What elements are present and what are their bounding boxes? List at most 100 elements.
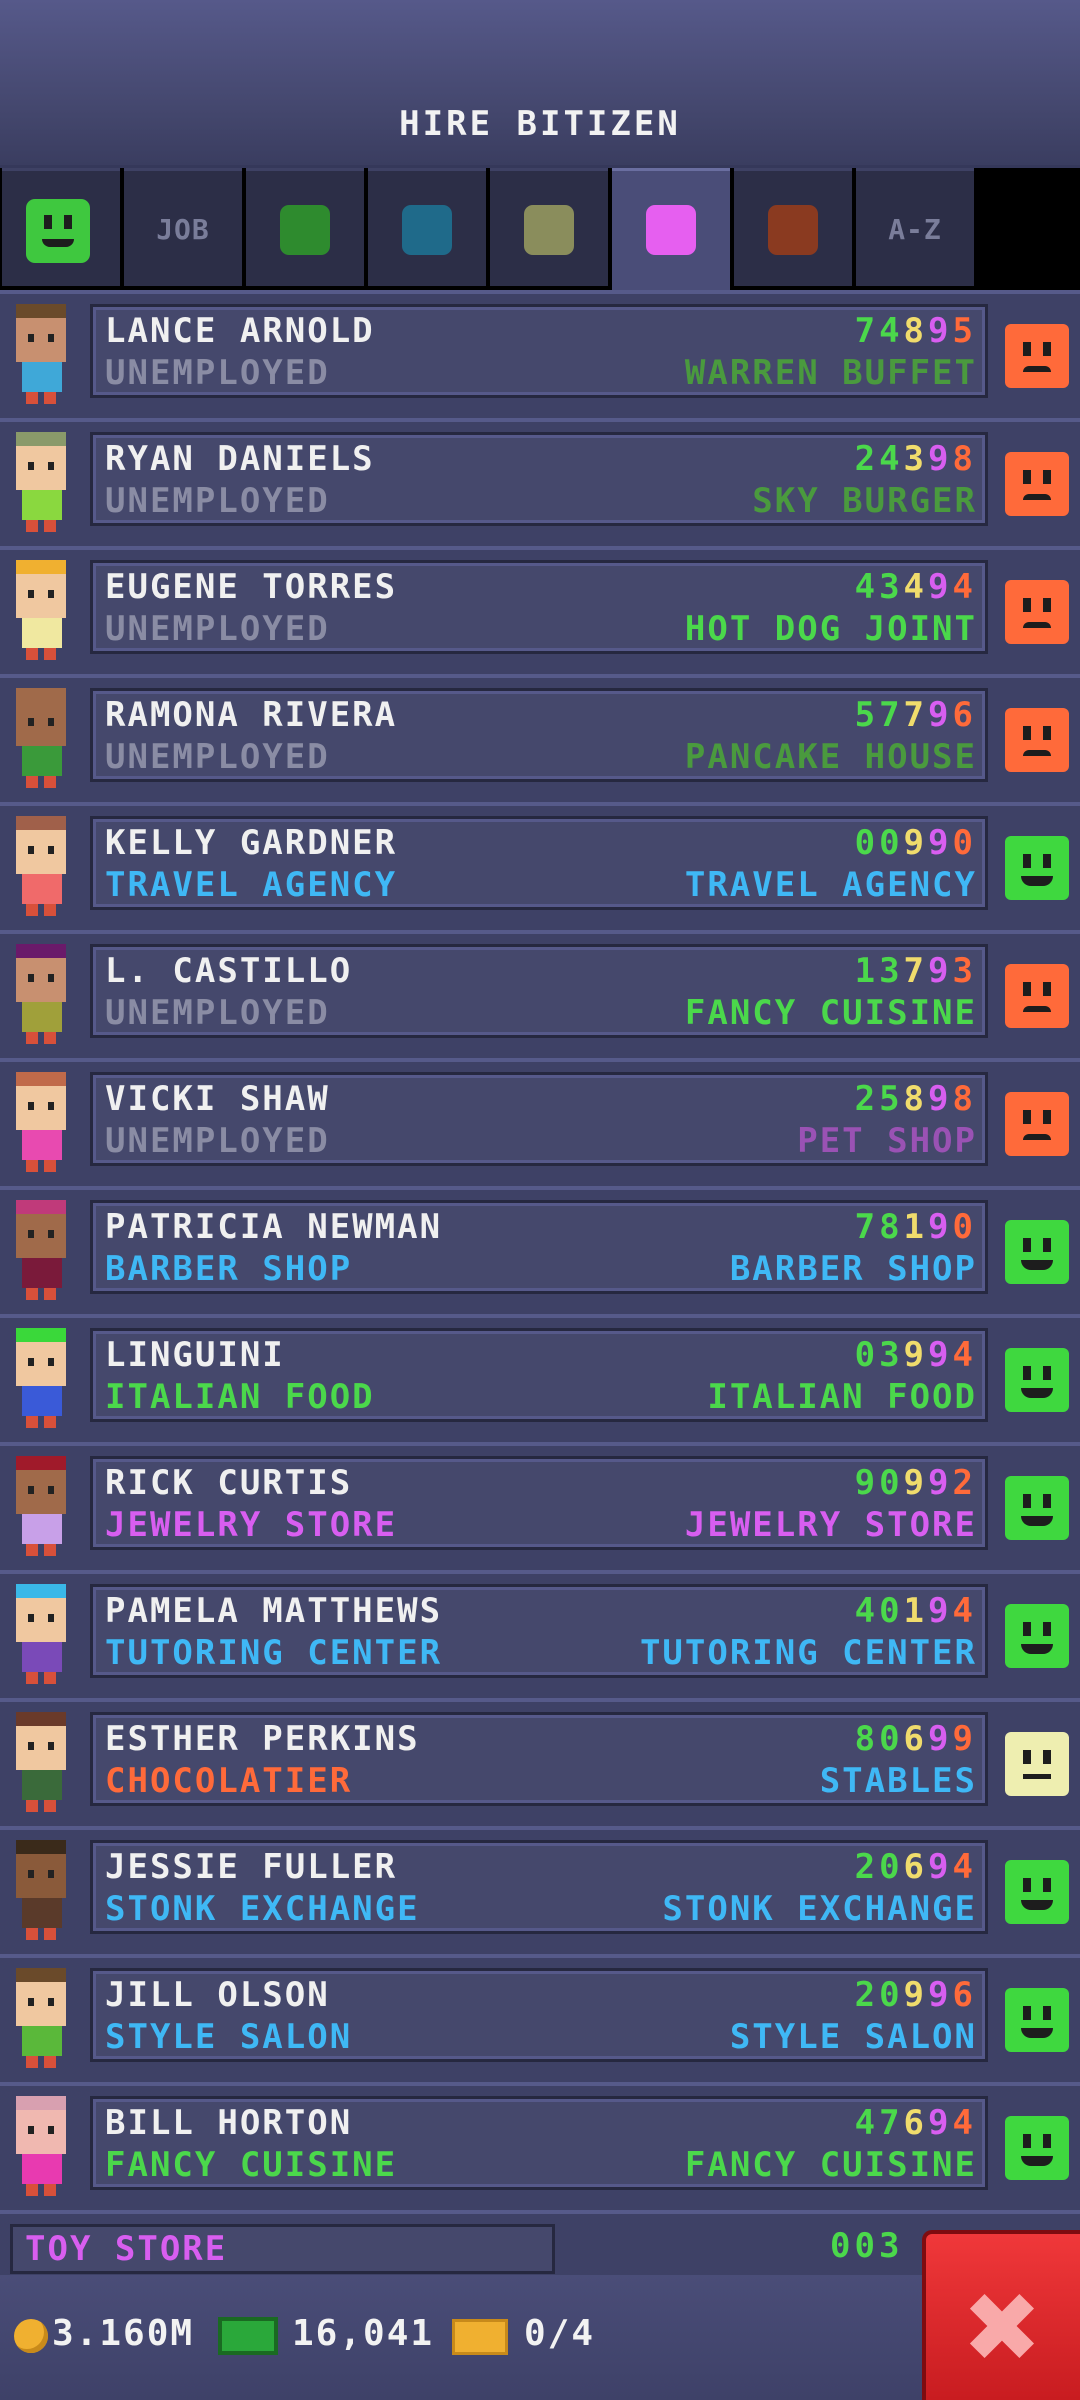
current-job: UNEMPLOYED: [105, 993, 330, 1033]
bitizen-avatar: [8, 1584, 74, 1689]
angry-face-icon: [1005, 708, 1069, 772]
bitizen-card: LINGUINI ITALIAN FOOD 03994 ITALIAN FOOD: [90, 1328, 988, 1422]
angry-face-icon: [1005, 452, 1069, 516]
bitizen-name: PATRICIA NEWMAN: [105, 1207, 443, 1247]
bitizen-name: VICKI SHAW: [105, 1079, 330, 1119]
list-item[interactable]: RYAN DANIELS UNEMPLOYED 24398 SKY BURGER: [0, 418, 1080, 546]
bitizen-avatar: [8, 1200, 74, 1305]
bitizen-name: PAMELA MATTHEWS: [105, 1591, 443, 1631]
bitizen-list[interactable]: LANCE ARNOLD UNEMPLOYED 74895 WARREN BUFFET…: [0, 290, 1080, 2275]
bitizen-name: JESSIE FULLER: [105, 1847, 398, 1887]
tab-label: JOB: [156, 213, 210, 246]
dream-job: WARREN BUFFET: [684, 353, 977, 393]
current-job: UNEMPLOYED: [105, 1121, 330, 1161]
list-item[interactable]: VICKI SHAW UNEMPLOYED 25898 PET SHOP: [0, 1058, 1080, 1186]
angry-face-icon: [1005, 580, 1069, 644]
color-swatch: [524, 205, 574, 255]
skill-digits: 40194: [854, 1591, 977, 1631]
dream-job: STABLES: [819, 1761, 977, 1801]
list-item[interactable]: LANCE ARNOLD UNEMPLOYED 74895 WARREN BUFFET: [0, 290, 1080, 418]
dream-job: BARBER SHOP: [729, 1249, 977, 1289]
list-item[interactable]: ESTHER PERKINS CHOCOLATIER 80699 STABLES: [0, 1698, 1080, 1826]
color-swatch: [402, 205, 452, 255]
bitizen-avatar: [8, 304, 74, 409]
bitizen-avatar: [8, 944, 74, 1049]
current-job: ITALIAN FOOD: [105, 1377, 375, 1417]
bitizen-card: JESSIE FULLER STONK EXCHANGE 20694 STONK EX…: [90, 1840, 988, 1934]
tab-mood[interactable]: [2, 168, 120, 286]
list-item[interactable]: LINGUINI ITALIAN FOOD 03994 ITALIAN FOOD: [0, 1314, 1080, 1442]
current-job: UNEMPLOYED: [105, 481, 330, 521]
neutral-face-icon: [1005, 1732, 1069, 1796]
bitizen-name: JILL OLSON: [105, 1975, 330, 2015]
cash-value: 16,041: [292, 2313, 435, 2354]
list-item[interactable]: PATRICIA NEWMAN BARBER SHOP 78190 BARBER SH…: [0, 1186, 1080, 1314]
tickets-value: 0/4: [524, 2313, 596, 2354]
dream-job: PANCAKE HOUSE: [684, 737, 977, 777]
color-swatch: [280, 205, 330, 255]
bitizen-avatar: [8, 1968, 74, 2073]
partial-job-tag: TOY STORE: [10, 2224, 555, 2274]
happy-face-icon: [1005, 1220, 1069, 1284]
happy-face-icon: [1005, 1988, 1069, 2052]
current-job: STYLE SALON: [105, 2017, 353, 2057]
tab-color-filter[interactable]: [734, 168, 852, 286]
list-item[interactable]: RICK CURTIS JEWELRY STORE 90992 JEWELRY STO…: [0, 1442, 1080, 1570]
close-button[interactable]: ✖: [922, 2230, 1080, 2400]
current-job: JEWELRY STORE: [105, 1505, 398, 1545]
bitizen-name: L. CASTILLO: [105, 951, 353, 991]
happy-face-icon: [26, 199, 90, 263]
dream-job: JEWELRY STORE: [684, 1505, 977, 1545]
skill-digits: 20694: [854, 1847, 977, 1887]
list-item[interactable]: EUGENE TORRES UNEMPLOYED 43494 HOT DOG JOIN…: [0, 546, 1080, 674]
tab-a-z[interactable]: A-Z: [856, 168, 974, 286]
list-item[interactable]: PAMELA MATTHEWS TUTORING CENTER 40194 TUTOR…: [0, 1570, 1080, 1698]
bitizen-avatar: [8, 1712, 74, 1817]
bitizen-name: RYAN DANIELS: [105, 439, 375, 479]
dream-job: HOT DOG JOINT: [684, 609, 977, 649]
skill-digits: 78190: [854, 1207, 977, 1247]
tab-color-filter[interactable]: [612, 168, 730, 290]
dream-job: SKY BURGER: [752, 481, 977, 521]
list-item[interactable]: L. CASTILLO UNEMPLOYED 13793 FANCY CUISINE: [0, 930, 1080, 1058]
happy-face-icon: [1005, 1604, 1069, 1668]
skill-digits: 57796: [854, 695, 977, 735]
tab-color-filter[interactable]: [368, 168, 486, 286]
current-job: TUTORING CENTER: [105, 1633, 443, 1673]
happy-face-icon: [1005, 836, 1069, 900]
list-item[interactable]: BILL HORTON FANCY CUISINE 47694 FANCY CUISI…: [0, 2082, 1080, 2210]
skill-digits: 47694: [854, 2103, 977, 2143]
angry-face-icon: [1005, 324, 1069, 388]
dream-job: PET SHOP: [797, 1121, 977, 1161]
bitizen-card: JILL OLSON STYLE SALON 20996 STYLE SALON: [90, 1968, 988, 2062]
partial-label: TOY STORE: [25, 2229, 228, 2269]
tab-color-filter[interactable]: [246, 168, 364, 286]
bitizen-name: EUGENE TORRES: [105, 567, 398, 607]
bitizen-card: BILL HORTON FANCY CUISINE 47694 FANCY CUISI…: [90, 2096, 988, 2190]
happy-face-icon: [1005, 1476, 1069, 1540]
dream-job: FANCY CUISINE: [684, 993, 977, 1033]
list-item[interactable]: JILL OLSON STYLE SALON 20996 STYLE SALON: [0, 1954, 1080, 2082]
bitizen-avatar: [8, 432, 74, 537]
bitizen-card: LANCE ARNOLD UNEMPLOYED 74895 WARREN BUFFET: [90, 304, 988, 398]
angry-face-icon: [1005, 1092, 1069, 1156]
dream-job: ITALIAN FOOD: [707, 1377, 977, 1417]
bitizen-card: VICKI SHAW UNEMPLOYED 25898 PET SHOP: [90, 1072, 988, 1166]
list-item[interactable]: KELLY GARDNER TRAVEL AGENCY 00990 TRAVEL AG…: [0, 802, 1080, 930]
list-item-partial[interactable]: TOY STORE 003: [0, 2210, 1080, 2275]
bitizen-card: RICK CURTIS JEWELRY STORE 90992 JEWELRY STO…: [90, 1456, 988, 1550]
bitizen-name: RICK CURTIS: [105, 1463, 353, 1503]
tab-color-filter[interactable]: [490, 168, 608, 286]
coin-icon: [14, 2319, 48, 2353]
angry-face-icon: [1005, 964, 1069, 1028]
current-job: BARBER SHOP: [105, 1249, 353, 1289]
tab-job[interactable]: JOB: [124, 168, 242, 286]
bitizen-card: L. CASTILLO UNEMPLOYED 13793 FANCY CUISINE: [90, 944, 988, 1038]
list-item[interactable]: JESSIE FULLER STONK EXCHANGE 20694 STONK EX…: [0, 1826, 1080, 1954]
current-job: TRAVEL AGENCY: [105, 865, 398, 905]
current-job: CHOCOLATIER: [105, 1761, 353, 1801]
list-item[interactable]: RAMONA RIVERA UNEMPLOYED 57796 PANCAKE HOUS…: [0, 674, 1080, 802]
current-job: UNEMPLOYED: [105, 609, 330, 649]
bitizen-avatar: [8, 1072, 74, 1177]
partial-digits: 003: [830, 2226, 904, 2266]
